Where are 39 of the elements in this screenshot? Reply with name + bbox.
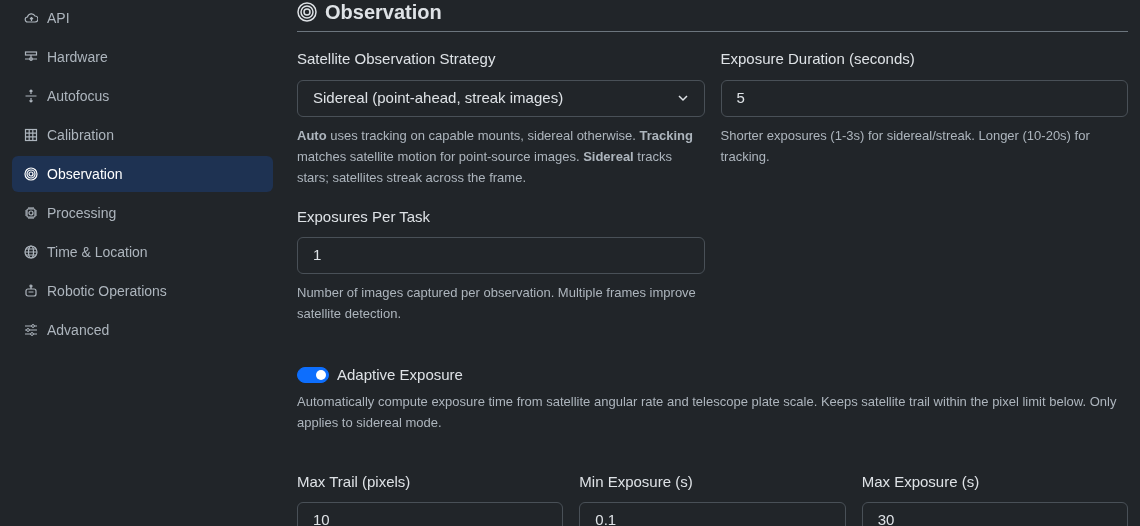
toggle-switch[interactable] [297,367,329,384]
help-text: Auto uses tracking on capable mounts, sidereal otherwise. Tracking matches satellite motion for point-source images. Sidereal tracks stars; satellites streak across the frame. [297,126,694,187]
help-text: Automatically compute exposure time from satellite angular rate and telescope plate scale. Keeps satellite trail within the pixel limit below. Only applies to sidereal mode. [297,392,1118,432]
sidebar-item[interactable]: API [12,0,273,36]
toggle-label: Adaptive Exposure [337,365,463,385]
chip-icon [24,206,38,220]
help-text: Shorter exposures (1-3s) for sidereal/streak. Longer (10-20s) for tracking. [720,126,1091,166]
target-icon [297,2,317,22]
input-field[interactable]: 1 [297,237,705,274]
input-field[interactable]: 30 [861,502,1128,526]
sidebar-item[interactable]: Time & Location [12,234,273,270]
target-icon [24,167,38,181]
input-field[interactable]: 5 [720,79,1128,117]
sidebar-item[interactable]: Robotic Operations [12,273,273,309]
help-text: Number of images captured per observation. Multiple frames improve satellite detection. [297,284,697,323]
field-label: Exposure Duration (seconds) [720,49,915,69]
grid-icon [24,128,38,142]
arrows-icon [24,89,38,103]
sidebar-item[interactable]: Autofocus [12,78,273,114]
field-label: Max Trail (pixels) [297,471,411,492]
sidebar-item[interactable]: Calibration [12,117,273,153]
globe-icon [24,245,38,259]
field-label: Exposures Per Task [297,206,431,227]
sidebar-item[interactable]: Advanced [12,312,273,348]
input-field[interactable]: 10 [297,502,564,526]
field-label: Max Exposure (s) [861,471,980,492]
sidebar-item[interactable]: Observation [12,156,273,192]
sliders-icon [24,323,38,337]
field-label: Min Exposure (s) [579,471,693,492]
chevron-down-icon [676,92,689,104]
input-field[interactable]: 0.1 [579,502,846,526]
sidebar-item[interactable]: Hardware [12,39,273,75]
section-title: Observation [325,0,442,24]
sidebar-item[interactable]: Processing [12,195,273,231]
field-label: Satellite Observation Strategy [297,49,496,69]
hardware-icon [24,50,38,64]
cloud-icon [24,11,38,25]
robot-icon [24,284,38,298]
strategy-select[interactable]: Sidereal (point-ahead, streak images) [297,79,705,117]
